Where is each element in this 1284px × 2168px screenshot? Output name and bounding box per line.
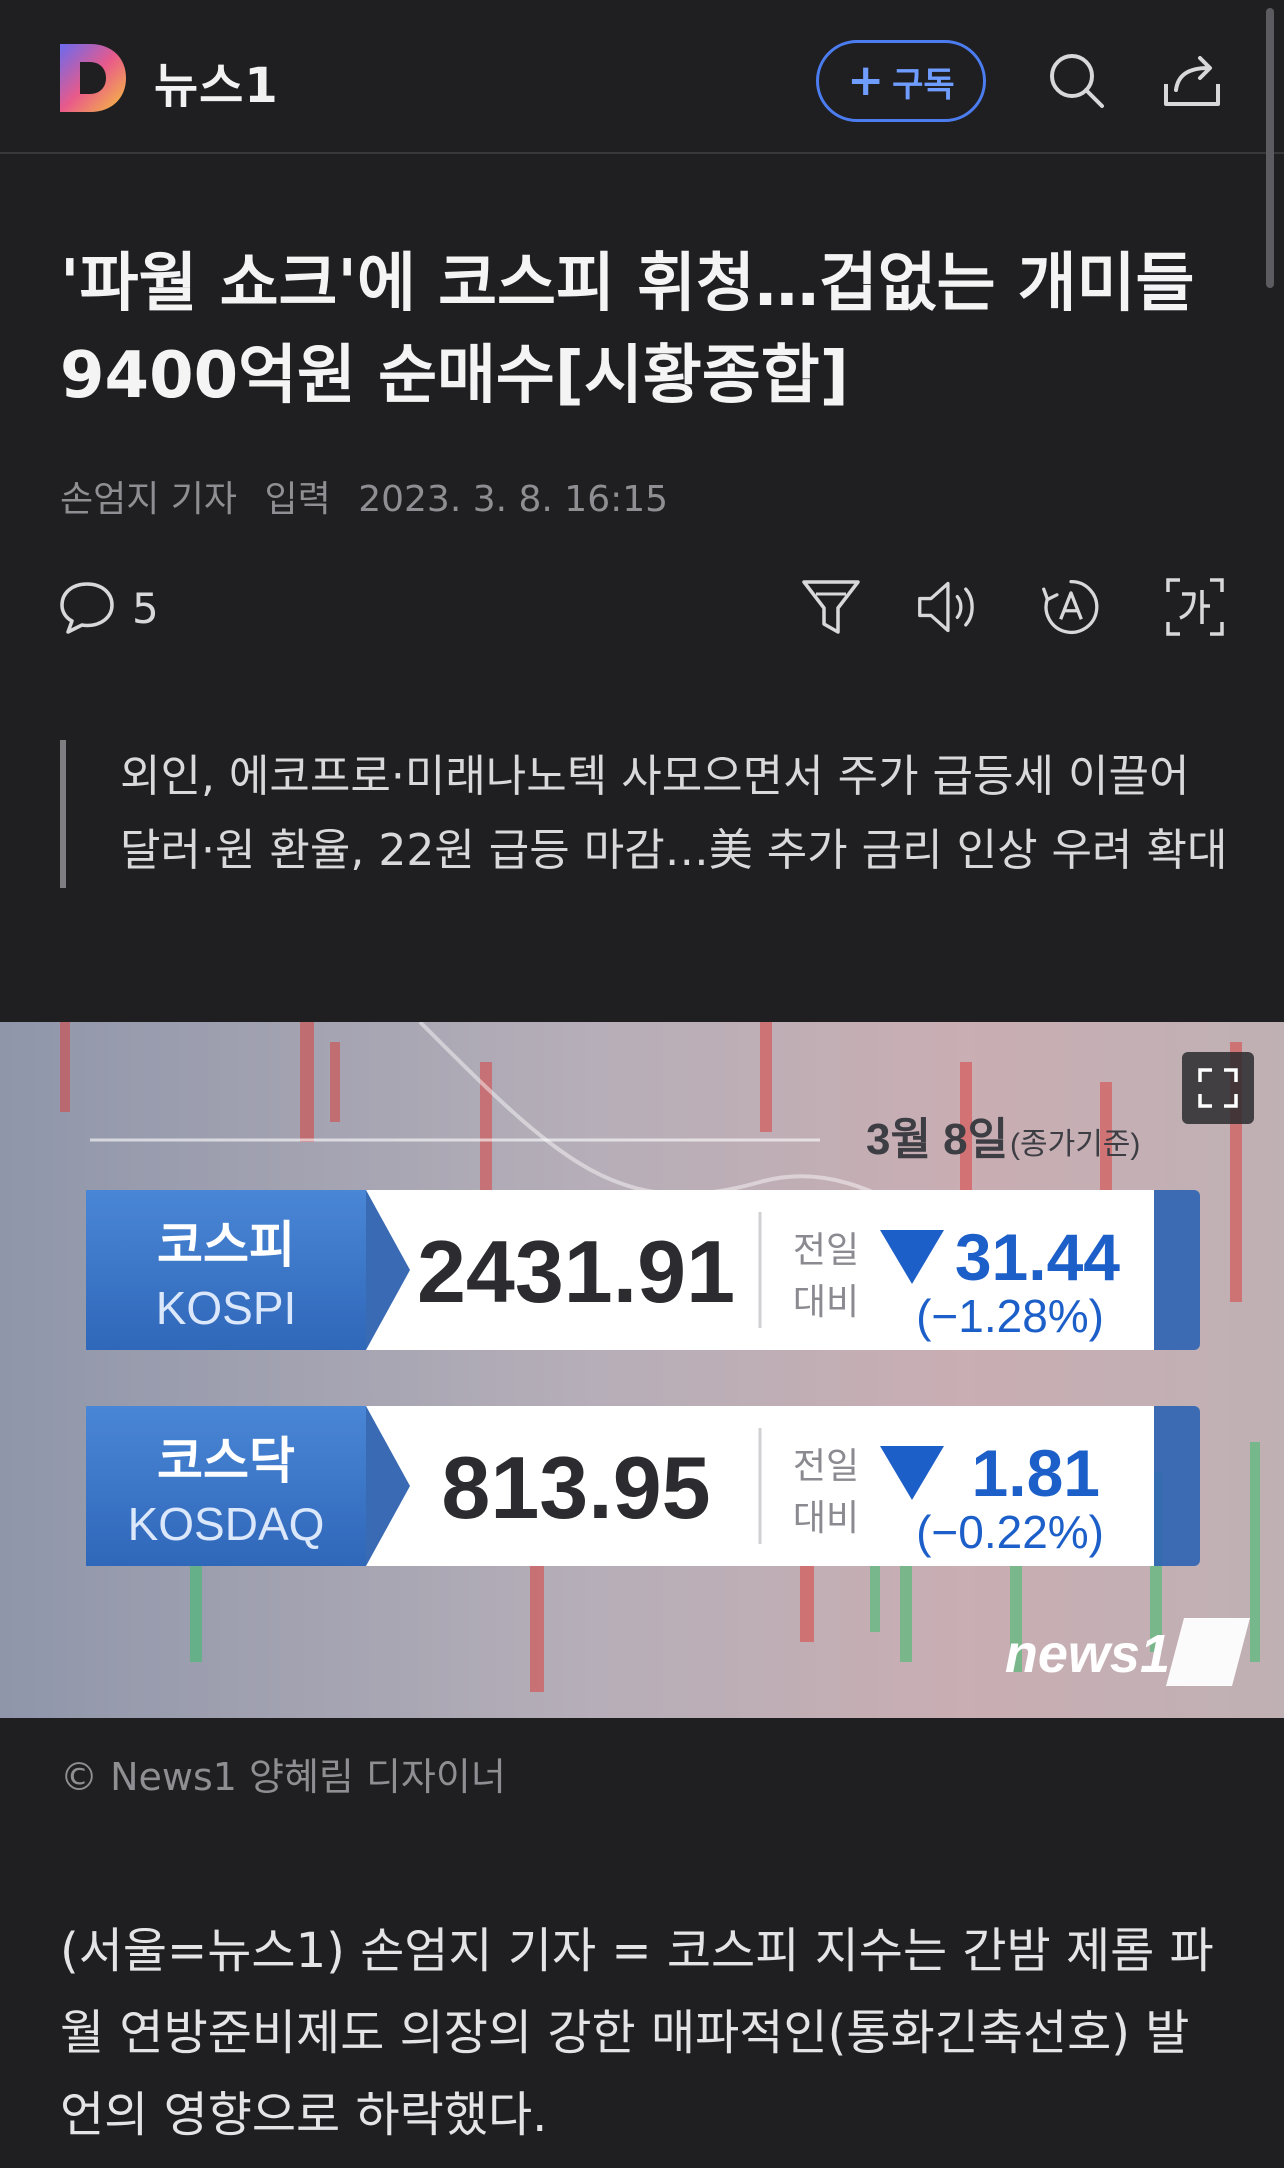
article-summary: 외인, 에코프로·미래나노텍 사모으면서 주가 급등세 이끌어 달러·원 환율,… — [60, 740, 1230, 888]
kospi-change-pct: (−1.28%) — [916, 1290, 1104, 1342]
comment-button[interactable]: 5 — [58, 578, 159, 638]
news1-watermark: news1 — [1005, 1624, 1170, 1684]
filter-icon[interactable] — [800, 574, 862, 640]
search-icon[interactable] — [1046, 50, 1106, 110]
kosdaq-change: 1.81 — [972, 1436, 1100, 1510]
publish-timestamp: 2023. 3. 8. 16:15 — [358, 479, 669, 520]
subscribe-label: 구독 — [892, 64, 955, 105]
article-title: '파월 쇼크'에 코스피 휘청…겁없는 개미들 9400억원 순매수[시황종합] — [60, 247, 1195, 413]
font-size-icon[interactable] — [1040, 574, 1102, 640]
market-index-graphic: 3월 8일 (종가기준) 코스피 KOSPI 2431.91 전일 대비 31.… — [0, 1022, 1284, 1718]
article-meta: 손엄지 기자 입력 2023. 3. 8. 16:15 — [60, 470, 684, 522]
kosdaq-row: 코스닥 KOSDAQ 813.95 전일 대비 1.81 (−0.22%) — [86, 1406, 1200, 1566]
summary-line: 달러·원 환율, 22원 급등 마감…美 추가 금리 인상 우려 확대 — [120, 825, 1228, 876]
translate-icon[interactable] — [1164, 574, 1226, 640]
kospi-change: 31.44 — [955, 1220, 1120, 1294]
share-icon[interactable] — [1162, 50, 1222, 110]
kosdaq-name-kr: 코스닥 — [157, 1432, 295, 1490]
kospi-value: 2431.91 — [417, 1222, 735, 1321]
comment-count: 5 — [132, 583, 159, 633]
date-label: 3월 8일 — [866, 1115, 1008, 1164]
compare-label-2: 대비 — [793, 1282, 859, 1323]
input-label: 입력 — [264, 479, 331, 520]
compare-label-2: 대비 — [793, 1498, 859, 1539]
kospi-row: 코스피 KOSPI 2431.91 전일 대비 31.44 (−1.28%) — [86, 1190, 1200, 1350]
article-image[interactable]: 3월 8일 (종가기준) 코스피 KOSPI 2431.91 전일 대비 31.… — [0, 1022, 1284, 1718]
subscribe-button[interactable]: + 구독 — [816, 40, 986, 122]
scrollbar[interactable] — [1266, 8, 1274, 288]
image-caption: © News1 양혜림 디자이너 — [60, 1755, 506, 1799]
comment-icon — [60, 582, 114, 634]
plus-icon: + — [847, 55, 885, 106]
article-body: (서울=뉴스1) 손엄지 기자 = 코스피 지수는 간밤 제롬 파월 연방준비제… — [60, 1923, 1214, 2143]
author-name[interactable]: 손엄지 기자 — [60, 479, 237, 520]
compare-label-1: 전일 — [793, 1446, 859, 1487]
kospi-name-en: KOSPI — [156, 1282, 297, 1334]
kosdaq-name-en: KOSDAQ — [128, 1498, 325, 1550]
speaker-icon[interactable] — [916, 574, 978, 640]
kosdaq-change-pct: (−0.22%) — [916, 1506, 1104, 1558]
summary-line: 외인, 에코프로·미래나노텍 사모으면서 주가 급등세 이끌어 — [120, 751, 1190, 802]
date-note: (종가기준) — [1010, 1128, 1140, 1161]
top-navigation-bar: 뉴스1 + 구독 — [0, 0, 1284, 154]
logo-d-icon[interactable] — [60, 44, 126, 112]
brand-name[interactable]: 뉴스1 — [154, 46, 279, 116]
kosdaq-value: 813.95 — [441, 1438, 710, 1537]
compare-label-1: 전일 — [793, 1230, 859, 1271]
expand-image-button[interactable] — [1182, 1052, 1254, 1124]
kospi-name-kr: 코스피 — [157, 1216, 295, 1274]
